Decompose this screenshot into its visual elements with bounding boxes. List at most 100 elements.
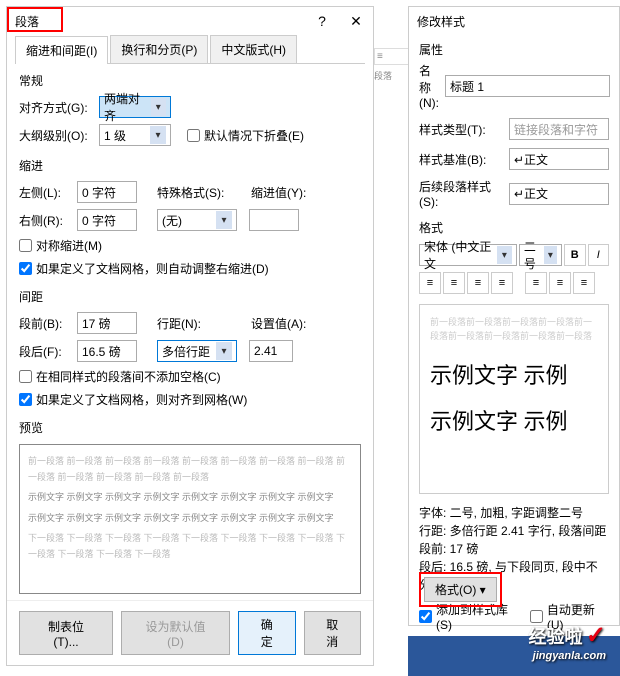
- section-preview: 预览: [7, 411, 373, 440]
- chevron-down-icon: ▾: [216, 211, 232, 229]
- sample-text-1: 示例文字 示例: [430, 358, 598, 390]
- no-space-row[interactable]: 在相同样式的段落间不添加空格(C): [7, 365, 373, 388]
- align-justify-button[interactable]: ≡: [491, 272, 513, 294]
- left-indent-label: 左侧(L):: [19, 184, 71, 201]
- mirror-indent-row[interactable]: 对称缩进(M): [7, 234, 373, 257]
- snap-grid-checkbox[interactable]: [19, 393, 32, 406]
- style-type-label: 样式类型(T):: [419, 121, 503, 138]
- style-preview: 前一段落前一段落前一段落前一段落前一段落前一段落前一段落前一段落前一段落 示例文…: [419, 304, 609, 494]
- style-type-select[interactable]: 链接段落和字符: [509, 118, 609, 140]
- snap-grid-label: 如果定义了文档网格，则对齐到网格(W): [36, 391, 247, 408]
- title-highlight-box: [7, 7, 63, 32]
- ribbon-background: ≡ 段落: [374, 48, 409, 128]
- ok-button[interactable]: 确定: [238, 611, 296, 655]
- mirror-indent-checkbox[interactable]: [19, 239, 32, 252]
- watermark-url: jingyanla.com: [529, 650, 606, 662]
- watermark: 经验啦 ✓ jingyanla.com: [529, 621, 606, 662]
- right-indent-input[interactable]: [77, 209, 137, 231]
- close-button[interactable]: ✕: [339, 13, 373, 30]
- modify-style-dialog: 修改样式 属性 名称(N): 样式类型(T): 链接段落和字符 样式基准(B):…: [408, 6, 620, 626]
- chevron-down-icon: ▾: [497, 246, 512, 264]
- based-on-label: 样式基准(B):: [419, 151, 503, 168]
- left-indent-input[interactable]: [77, 181, 137, 203]
- sample-text-2: 示例文字 示例: [430, 404, 598, 436]
- format-button-highlight: 格式(O) ▾: [419, 572, 502, 607]
- alignment-label: 对齐方式(G):: [19, 99, 93, 116]
- snap-grid-row[interactable]: 如果定义了文档网格，则对齐到网格(W): [7, 388, 373, 411]
- following-value: ↵正文: [514, 185, 548, 202]
- following-select[interactable]: ↵正文: [509, 183, 609, 205]
- outline-value: 1 级: [104, 127, 126, 144]
- special-label: 特殊格式(S):: [157, 184, 231, 201]
- style-type-value: 链接段落和字符: [514, 121, 598, 138]
- italic-button[interactable]: I: [588, 244, 610, 266]
- line-spacing-select[interactable]: 多倍行距 ▾: [157, 340, 237, 362]
- font-size-select[interactable]: 二号▾: [519, 244, 562, 266]
- paragraph-dialog: 段落 ? ✕ 缩进和间距(I) 换行和分页(P) 中文版式(H) 常规 对齐方式…: [6, 6, 374, 666]
- preview-sample: 示例文字 示例文字 示例文字 示例文字 示例文字 示例文字 示例文字 示例文字: [28, 489, 352, 505]
- spacing-button-1[interactable]: ≡: [525, 272, 547, 294]
- auto-adjust-label: 如果定义了文档网格，则自动调整右缩进(D): [36, 260, 269, 277]
- based-on-value: ↵正文: [514, 151, 548, 168]
- tab-indent-spacing[interactable]: 缩进和间距(I): [15, 36, 108, 64]
- collapse-checkbox-wrap[interactable]: 默认情况下折叠(E): [187, 127, 304, 144]
- watermark-brand: 经验啦: [529, 627, 583, 647]
- before-label: 段前(B):: [19, 315, 71, 332]
- indent-value-input[interactable]: [249, 209, 299, 231]
- align-center-button[interactable]: ≡: [443, 272, 465, 294]
- outline-label: 大纲级别(O):: [19, 127, 93, 144]
- outline-select[interactable]: 1 级 ▾: [99, 124, 171, 146]
- no-space-checkbox[interactable]: [19, 370, 32, 383]
- set-default-button[interactable]: 设为默认值(D): [121, 611, 230, 655]
- name-input[interactable]: [445, 75, 610, 97]
- checkmark-icon: ✓: [586, 622, 606, 649]
- spacing-button-3[interactable]: ≡: [573, 272, 595, 294]
- auto-adjust-row[interactable]: 如果定义了文档网格，则自动调整右缩进(D): [7, 257, 373, 280]
- alignment-select[interactable]: 两端对齐 ▾: [99, 96, 171, 118]
- following-label: 后续段落样式(S):: [419, 178, 503, 209]
- right-titlebar: 修改样式: [409, 7, 619, 35]
- bold-button[interactable]: B: [564, 244, 586, 266]
- special-value: (无): [162, 212, 182, 229]
- font-size-value: 二号: [524, 238, 544, 272]
- tab-strip: 缩进和间距(I) 换行和分页(P) 中文版式(H): [15, 35, 365, 64]
- after-label: 段后(F):: [19, 343, 71, 360]
- before-input[interactable]: [77, 312, 137, 334]
- chevron-down-icon: ▾: [216, 342, 232, 360]
- set-value-label: 设置值(A):: [251, 315, 309, 332]
- help-button[interactable]: ?: [305, 13, 339, 29]
- name-label: 名称(N):: [419, 62, 439, 110]
- tab-asian-typography[interactable]: 中文版式(H): [210, 35, 297, 63]
- spacing-button-2[interactable]: ≡: [549, 272, 571, 294]
- font-family-value: 宋体 (中文正文: [424, 238, 497, 272]
- section-general: 常规: [7, 64, 373, 93]
- section-properties: 属性: [419, 41, 609, 58]
- special-select[interactable]: (无) ▾: [157, 209, 237, 231]
- font-family-select[interactable]: 宋体 (中文正文▾: [419, 244, 517, 266]
- set-value-input[interactable]: [249, 340, 293, 362]
- align-right-button[interactable]: ≡: [467, 272, 489, 294]
- button-bar: 制表位(T)... 设为默认值(D) 确定 取消: [7, 600, 373, 665]
- alignment-value: 两端对齐: [104, 90, 151, 124]
- section-indent: 缩进: [7, 149, 373, 178]
- tabs-button[interactable]: 制表位(T)...: [19, 611, 113, 655]
- right-indent-label: 右侧(R):: [19, 212, 71, 229]
- align-left-button[interactable]: ≡: [419, 272, 441, 294]
- collapse-label: 默认情况下折叠(E): [204, 127, 304, 144]
- based-on-select[interactable]: ↵正文: [509, 148, 609, 170]
- line-spacing-label: 行距(N):: [157, 315, 211, 332]
- chevron-down-icon: ▾: [544, 246, 557, 264]
- add-gallery-checkbox[interactable]: [419, 610, 432, 623]
- mirror-indent-label: 对称缩进(M): [36, 237, 102, 254]
- tab-line-page-breaks[interactable]: 换行和分页(P): [110, 35, 208, 63]
- section-format: 格式: [419, 219, 609, 236]
- chevron-down-icon: ▾: [151, 98, 167, 116]
- no-space-label: 在相同样式的段落间不添加空格(C): [36, 368, 221, 385]
- cancel-button[interactable]: 取消: [304, 611, 362, 655]
- right-title: 修改样式: [417, 13, 619, 30]
- format-button[interactable]: 格式(O) ▾: [424, 577, 497, 602]
- auto-adjust-checkbox[interactable]: [19, 262, 32, 275]
- collapse-checkbox[interactable]: [187, 129, 200, 142]
- after-input[interactable]: [77, 340, 137, 362]
- indent-value-label: 缩进值(Y):: [251, 184, 309, 201]
